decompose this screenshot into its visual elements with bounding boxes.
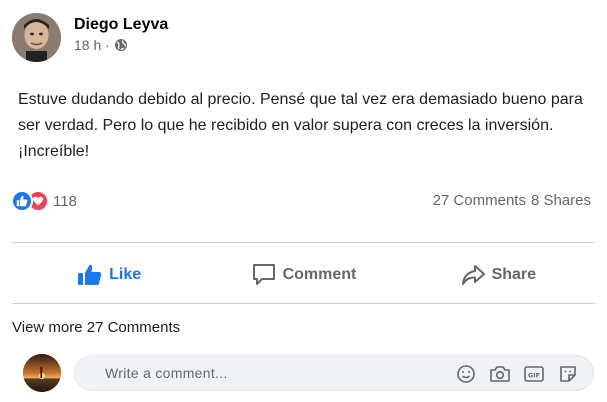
comment-icon xyxy=(251,262,277,288)
comment-tools: GIF xyxy=(455,363,579,385)
divider xyxy=(12,242,595,243)
post-meta: 18 h · xyxy=(74,37,128,53)
post-actions: Like Comment Share xyxy=(12,252,595,298)
globe-icon xyxy=(114,38,128,52)
comment-label: Comment xyxy=(282,266,357,283)
commenter-avatar[interactable] xyxy=(23,354,61,392)
author-name[interactable]: Diego Leyva xyxy=(74,16,168,34)
reactions-summary[interactable]: 118 xyxy=(11,190,77,212)
author-avatar[interactable] xyxy=(12,13,61,62)
shares-count[interactable]: 8 Shares xyxy=(531,192,591,209)
svg-text:GIF: GIF xyxy=(528,372,540,380)
engagement-counts: 27 Comments 8 Shares xyxy=(433,192,591,209)
like-reaction-icon xyxy=(11,190,33,212)
share-icon xyxy=(460,263,486,287)
share-label: Share xyxy=(491,266,537,283)
comment-button[interactable]: Comment xyxy=(206,252,400,298)
post-time[interactable]: 18 h · xyxy=(74,37,110,53)
sticker-icon[interactable] xyxy=(557,363,579,385)
comment-input[interactable] xyxy=(105,365,445,381)
emoji-icon[interactable] xyxy=(455,363,477,385)
camera-icon[interactable] xyxy=(489,363,511,385)
divider xyxy=(12,303,595,304)
view-more-comments-link[interactable]: View more 27 Comments xyxy=(12,319,180,336)
post-text: Estuve dudando debido al precio. Pensé q… xyxy=(18,91,583,160)
reaction-count: 118 xyxy=(53,192,77,210)
like-button[interactable]: Like xyxy=(12,252,206,298)
gif-icon[interactable]: GIF xyxy=(523,363,545,385)
comments-count[interactable]: 27 Comments xyxy=(433,192,526,209)
thumbs-up-icon xyxy=(77,263,103,287)
like-label: Like xyxy=(109,266,142,283)
comment-composer: GIF xyxy=(74,355,594,391)
share-button[interactable]: Share xyxy=(401,252,595,298)
